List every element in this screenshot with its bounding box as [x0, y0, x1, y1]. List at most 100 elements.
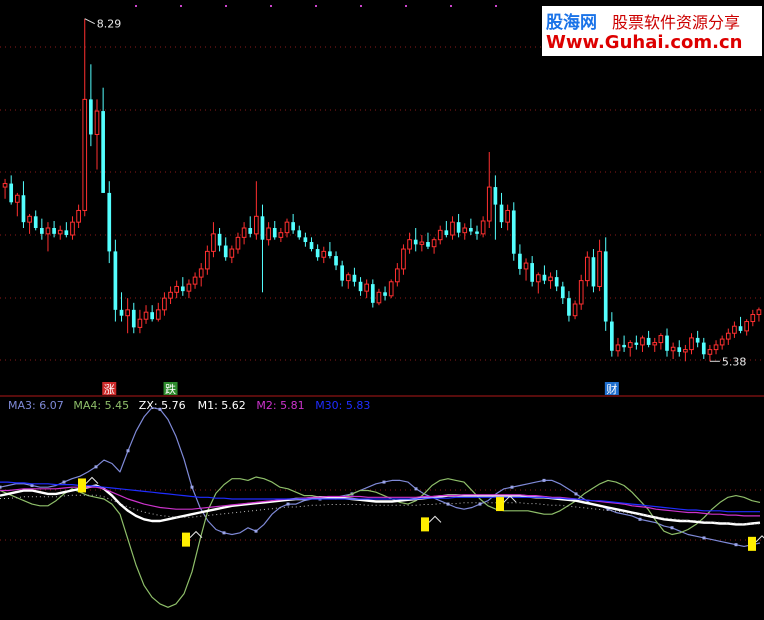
top-dot: [360, 5, 362, 7]
candle: [260, 204, 265, 293]
candle: [315, 244, 320, 261]
candle: [223, 237, 228, 261]
indicator-point: [574, 492, 578, 496]
svg-text:财: 财: [606, 382, 617, 396]
candle: [291, 213, 295, 234]
candle: [535, 272, 541, 294]
annotation-low: 5.38: [709, 355, 747, 368]
candle: [107, 181, 112, 264]
legend-entry: MA4: 5.45: [73, 399, 129, 412]
svg-text:8.29: 8.29: [97, 18, 122, 31]
candle: [27, 213, 32, 234]
candle: [33, 210, 38, 231]
candle: [640, 335, 645, 352]
candle: [388, 279, 394, 299]
candle: [180, 277, 185, 296]
candle: [738, 316, 743, 334]
candle: [499, 192, 504, 228]
legend-entry: ZX: 5.76: [139, 399, 186, 412]
svg-text:5.38: 5.38: [722, 355, 747, 368]
event-markers: 涨跌财榜: [102, 382, 619, 396]
candle: [235, 232, 241, 254]
candle: [334, 251, 338, 271]
candle: [627, 340, 633, 357]
candle: [131, 302, 136, 334]
candle: [615, 337, 621, 357]
candle: [469, 218, 473, 236]
candle: [725, 328, 731, 345]
top-dot: [135, 5, 137, 7]
candle: [364, 279, 370, 299]
candle: [475, 225, 479, 240]
candle: [456, 213, 461, 238]
indicator-legend: MA3: 6.07 MA4: 5.45 ZX: 5.76 M1: 5.62 M2: 5.…: [8, 399, 370, 412]
candle: [677, 340, 682, 357]
legend-entry: MA3: 6.07: [8, 399, 64, 412]
top-dot: [315, 5, 317, 7]
candle: [76, 204, 81, 228]
candle: [21, 181, 26, 228]
candle: [345, 272, 351, 289]
candle: [713, 340, 719, 355]
indicator-point: [734, 543, 738, 547]
candle: [413, 228, 418, 252]
candle: [658, 333, 664, 350]
candle: [591, 249, 596, 293]
watermark-line1b: 股票软件资源分享: [612, 13, 741, 32]
candle: [204, 245, 210, 275]
candle: [732, 321, 737, 338]
indicator-point: [254, 529, 258, 533]
candle: [701, 337, 706, 359]
candle: [542, 265, 547, 285]
candle: [241, 222, 247, 245]
candle: [462, 223, 468, 240]
candle: [340, 260, 344, 287]
watermark-line1: 股海网: [546, 13, 597, 33]
candle: [634, 335, 639, 350]
candle: [523, 258, 529, 281]
candle: [309, 237, 314, 252]
candle: [266, 222, 271, 246]
annotation-high: 8.29: [84, 18, 122, 31]
indicator-point: [158, 407, 162, 411]
candle: [192, 272, 198, 289]
indicator-point: [702, 536, 706, 540]
event-marker: 跌: [163, 382, 178, 396]
candle: [480, 216, 486, 238]
legend-entry: M2: 5.81: [256, 399, 304, 412]
candle: [383, 286, 387, 301]
legend-entry: M30: 5.83: [315, 399, 370, 412]
candle: [174, 280, 180, 299]
candle: [229, 245, 235, 264]
candle: [683, 344, 688, 362]
legend-entry: M1: 5.62: [198, 399, 246, 412]
indicator-point: [222, 531, 226, 535]
indicator-lines: [0, 407, 761, 608]
candle: [2, 178, 8, 199]
candle: [101, 87, 105, 193]
indicator-point: [126, 449, 130, 453]
candle: [426, 232, 430, 250]
top-dot: [180, 5, 182, 7]
price-annotations: 8.29 5.38: [84, 18, 747, 368]
candle: [695, 330, 700, 348]
candle: [119, 292, 124, 322]
candlestick-series: [2, 18, 762, 362]
candle: [186, 279, 192, 299]
event-marker: 财: [604, 382, 619, 396]
candle: [610, 312, 614, 357]
candle: [670, 342, 676, 359]
stock-chart: 8.295.38 涨跌财榜 MA3: 6.07MA4: 5.45ZX: 5.76…: [0, 5, 764, 608]
candle: [125, 298, 130, 334]
candle: [401, 244, 406, 275]
candle: [143, 305, 149, 324]
candle: [40, 218, 44, 240]
candle: [511, 202, 516, 261]
candle: [303, 232, 308, 247]
candle: [248, 216, 253, 238]
candle: [665, 328, 669, 357]
candle: [162, 292, 167, 316]
candle: [572, 300, 578, 320]
indicator-point: [30, 483, 34, 487]
candle: [603, 237, 608, 331]
